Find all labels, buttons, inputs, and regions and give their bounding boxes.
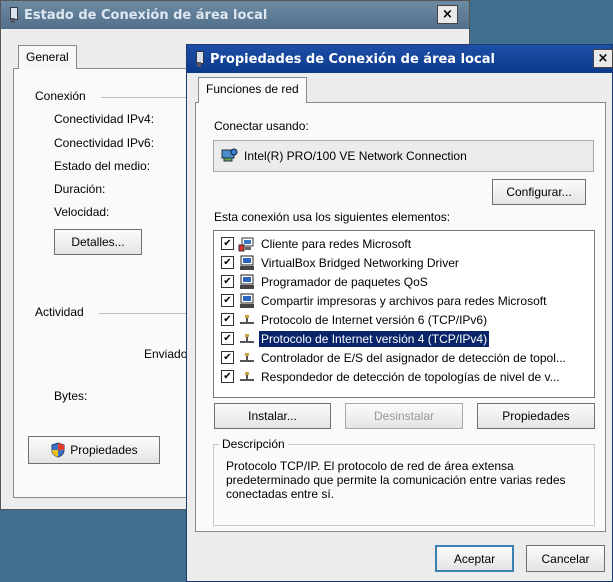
network-service-icon bbox=[238, 293, 256, 309]
item-label: Protocolo de Internet versión 6 (TCP/IPv… bbox=[261, 312, 488, 327]
properties-window: Propiedades de Conexión de área local × … bbox=[186, 44, 613, 582]
item-checkbox[interactable]: ✔ bbox=[221, 256, 234, 269]
item-label: Respondedor de detección de topologías d… bbox=[261, 369, 560, 384]
configure-button[interactable]: Configurar... bbox=[492, 179, 586, 205]
item-checkbox[interactable]: ✔ bbox=[221, 237, 234, 250]
ipv6-connectivity-label: Conectividad IPv6: bbox=[54, 136, 155, 150]
item-checkbox[interactable]: ✔ bbox=[221, 313, 234, 326]
tab-network-functions[interactable]: Funciones de red bbox=[198, 77, 307, 103]
protocol-icon bbox=[238, 312, 256, 328]
list-item[interactable]: ✔ Respondedor de detección de topologías… bbox=[216, 367, 592, 386]
sent-label: Enviado bbox=[144, 347, 188, 361]
list-item[interactable]: ✔ Compartir impresoras y archivos para r… bbox=[216, 291, 592, 310]
description-title: Descripción bbox=[219, 437, 288, 451]
item-label: VirtualBox Bridged Networking Driver bbox=[261, 255, 459, 270]
network-connection-icon bbox=[194, 51, 204, 67]
description-group: Descripción Protocolo TCP/IP. El protoco… bbox=[213, 437, 595, 526]
install-button[interactable]: Instalar... bbox=[214, 403, 331, 429]
properties-window-title: Propiedades de Conexión de área local bbox=[210, 51, 495, 67]
adapter-box: Intel(R) PRO/100 VE Network Connection bbox=[213, 140, 594, 172]
list-item[interactable]: ✔ Controlador de E/S del asignador de de… bbox=[216, 348, 592, 367]
components-list[interactable]: ✔ Cliente para redes Microsoft ✔ Virtual… bbox=[213, 230, 595, 398]
status-window-titlebar[interactable]: Estado de Conexión de área local × bbox=[1, 1, 469, 29]
speed-label: Velocidad: bbox=[54, 205, 110, 219]
ipv4-connectivity-label: Conectividad IPv4: bbox=[54, 112, 155, 126]
duration-label: Duración: bbox=[54, 182, 106, 196]
protocol-icon bbox=[238, 331, 256, 347]
item-checkbox[interactable]: ✔ bbox=[221, 332, 234, 345]
network-connection-icon bbox=[8, 7, 18, 23]
shield-icon bbox=[51, 442, 65, 458]
status-close-button[interactable]: × bbox=[437, 5, 458, 24]
ok-button[interactable]: Aceptar bbox=[435, 545, 514, 572]
network-adapter-icon bbox=[221, 148, 238, 162]
status-window-title: Estado de Conexión de área local bbox=[24, 7, 268, 23]
protocol-icon bbox=[238, 350, 256, 366]
protocol-icon bbox=[238, 369, 256, 385]
properties-tab-panel: Conectar usando: Intel(R) PRO/100 VE Net… bbox=[195, 102, 606, 532]
properties-close-button[interactable]: × bbox=[593, 49, 613, 68]
status-properties-button[interactable]: Propiedades bbox=[28, 436, 160, 464]
uninstall-button[interactable]: Desinstalar bbox=[345, 403, 463, 429]
item-label: Programador de paquetes QoS bbox=[261, 274, 428, 289]
description-text: Protocolo TCP/IP. El protocolo de red de… bbox=[226, 459, 566, 501]
bytes-label: Bytes: bbox=[54, 389, 88, 403]
item-checkbox[interactable]: ✔ bbox=[221, 294, 234, 307]
connection-section-label: Conexión bbox=[35, 89, 86, 103]
item-label: Controlador de E/S del asignador de dete… bbox=[261, 350, 566, 365]
activity-section-label: Actividad bbox=[35, 305, 84, 319]
details-button[interactable]: Detalles... bbox=[54, 229, 142, 255]
media-state-label: Estado del medio: bbox=[54, 159, 151, 173]
connect-using-label: Conectar usando: bbox=[214, 119, 309, 133]
list-item[interactable]: ✔ Protocolo de Internet versión 6 (TCP/I… bbox=[216, 310, 592, 329]
network-service-icon bbox=[238, 274, 256, 290]
item-checkbox[interactable]: ✔ bbox=[221, 351, 234, 364]
item-label: Cliente para redes Microsoft bbox=[261, 236, 412, 251]
list-item[interactable]: ✔ Programador de paquetes QoS bbox=[216, 272, 592, 291]
item-checkbox[interactable]: ✔ bbox=[221, 370, 234, 383]
items-label: Esta conexión usa los siguientes element… bbox=[214, 210, 451, 224]
tab-general[interactable]: General bbox=[18, 45, 77, 69]
status-properties-label: Propiedades bbox=[70, 443, 138, 457]
cancel-button[interactable]: Cancelar bbox=[526, 545, 605, 572]
item-label: Compartir impresoras y archivos para red… bbox=[261, 293, 547, 308]
network-client-icon bbox=[238, 236, 256, 252]
list-item[interactable]: ✔ VirtualBox Bridged Networking Driver bbox=[216, 253, 592, 272]
item-label: Protocolo de Internet versión 4 (TCP/IPv… bbox=[257, 329, 491, 348]
properties-window-titlebar[interactable]: Propiedades de Conexión de área local × bbox=[187, 45, 613, 73]
list-item[interactable]: ✔ Cliente para redes Microsoft bbox=[216, 234, 592, 253]
adapter-name: Intel(R) PRO/100 VE Network Connection bbox=[244, 149, 467, 163]
item-checkbox[interactable]: ✔ bbox=[221, 275, 234, 288]
list-item-selected[interactable]: ✔ Protocolo de Internet versión 4 (TCP/I… bbox=[216, 329, 592, 348]
item-properties-button[interactable]: Propiedades bbox=[477, 403, 595, 429]
network-service-icon bbox=[238, 255, 256, 271]
